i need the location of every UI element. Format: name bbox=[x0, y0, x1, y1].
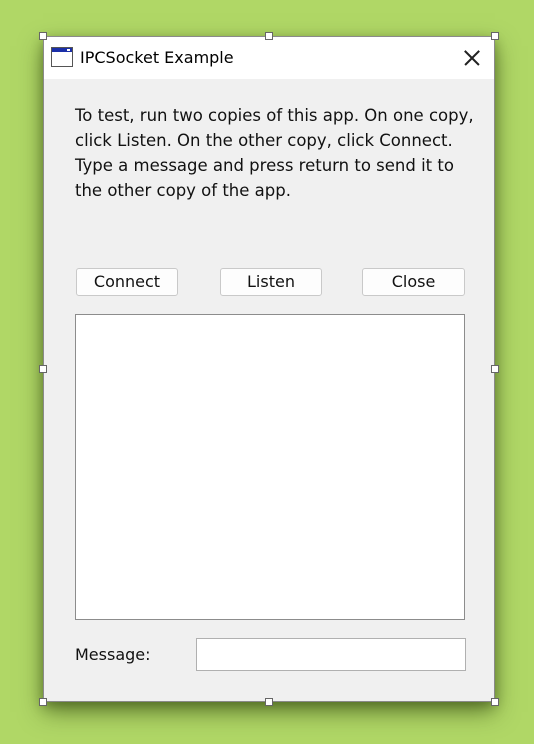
resize-handle-top-left[interactable] bbox=[39, 32, 47, 40]
resize-handle-top-right[interactable] bbox=[491, 32, 499, 40]
resize-handle-bottom[interactable] bbox=[265, 698, 273, 706]
resize-handle-bottom-left[interactable] bbox=[39, 698, 47, 706]
resize-handle-left[interactable] bbox=[39, 365, 47, 373]
message-label: Message: bbox=[75, 645, 151, 664]
window-app-icon bbox=[51, 47, 73, 67]
message-log[interactable] bbox=[75, 314, 465, 620]
close-icon[interactable] bbox=[458, 44, 486, 72]
title-bar[interactable]: IPCSocket Example bbox=[44, 37, 494, 79]
app-window: IPCSocket Example To test, run two copie… bbox=[43, 36, 495, 702]
listen-button[interactable]: Listen bbox=[220, 268, 322, 296]
resize-handle-top[interactable] bbox=[265, 32, 273, 40]
resize-handle-right[interactable] bbox=[491, 365, 499, 373]
close-button[interactable]: Close bbox=[362, 268, 465, 296]
window-title: IPCSocket Example bbox=[80, 48, 234, 67]
message-input[interactable] bbox=[196, 638, 466, 671]
connect-button[interactable]: Connect bbox=[76, 268, 178, 296]
resize-handle-bottom-right[interactable] bbox=[491, 698, 499, 706]
instructions-text: To test, run two copies of this app. On … bbox=[75, 106, 474, 200]
